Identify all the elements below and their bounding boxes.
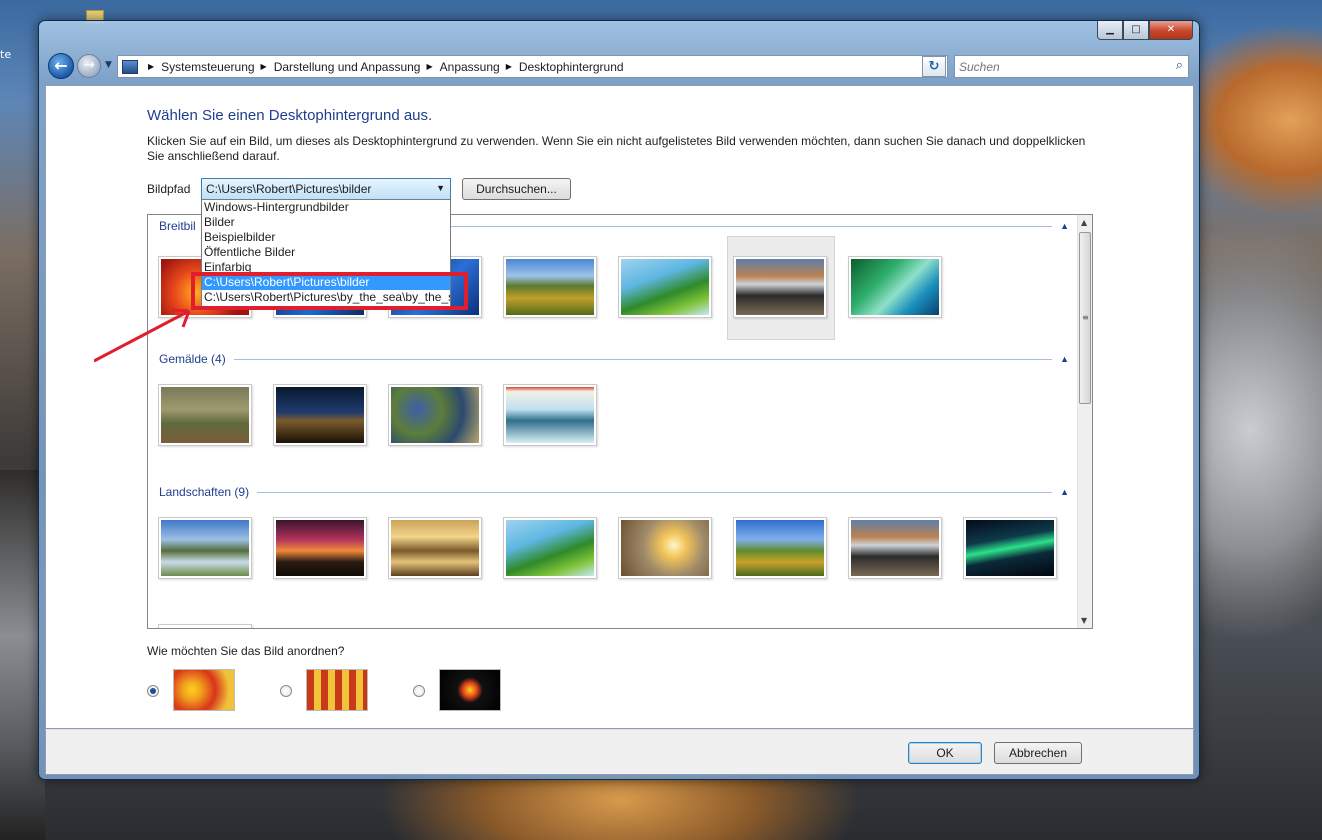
group-header-landschaften[interactable]: Landschaften (9) ▲ bbox=[159, 485, 1069, 499]
breadcrumb-arrow-icon[interactable]: ▶ bbox=[148, 62, 154, 71]
breadcrumb-arrow-icon[interactable]: ▶ bbox=[426, 62, 432, 71]
dropdown-option[interactable]: Windows-Hintergrundbilder bbox=[202, 200, 450, 215]
minimize-button[interactable]: ▁ bbox=[1097, 21, 1123, 40]
wallpaper-thumbnail[interactable] bbox=[963, 517, 1057, 579]
gallery-scrollbar[interactable]: ▲ ≡ ▼ bbox=[1077, 215, 1092, 628]
breadcrumb-item[interactable]: ▶ Anpassung bbox=[420, 60, 499, 74]
collapse-icon[interactable]: ▲ bbox=[1060, 354, 1069, 364]
page-description: Klicken Sie auf ein Bild, um dieses als … bbox=[147, 134, 1086, 163]
refresh-icon[interactable]: ↻ bbox=[922, 56, 946, 77]
search-icon[interactable]: ⌕ bbox=[1176, 58, 1183, 73]
ok-button[interactable]: OK bbox=[908, 742, 982, 764]
annotation-arrow-icon bbox=[94, 308, 191, 363]
breadcrumb-label[interactable]: Systemsteuerung bbox=[161, 60, 254, 74]
collapse-icon[interactable]: ▲ bbox=[1060, 487, 1069, 497]
group-header-gemaelde[interactable]: Gemälde (4) ▲ bbox=[159, 352, 1069, 366]
page-title: Wählen Sie einen Desktophintergrund aus. bbox=[147, 107, 433, 124]
scroll-down-icon[interactable]: ▼ bbox=[1081, 616, 1087, 625]
back-button[interactable]: ← bbox=[48, 53, 74, 79]
wallpaper-thumbnail[interactable] bbox=[848, 517, 942, 579]
wallpaper-thumbnail[interactable] bbox=[388, 517, 482, 579]
breadcrumb-item[interactable]: ▶ Desktophintergrund bbox=[500, 60, 624, 74]
bildpfad-label: Bildpfad bbox=[147, 182, 191, 196]
breadcrumb-item[interactable]: ▶ Systemsteuerung bbox=[142, 60, 255, 74]
close-button[interactable]: ✕ bbox=[1149, 21, 1193, 40]
position-center-preview[interactable] bbox=[439, 669, 501, 711]
caption-buttons: ▁ □ ✕ bbox=[1097, 21, 1193, 40]
dialog-footer: OK Abbrechen bbox=[45, 729, 1194, 775]
content-pane: Wählen Sie einen Desktophintergrund aus.… bbox=[45, 85, 1194, 729]
breadcrumb-label[interactable]: Darstellung und Anpassung bbox=[274, 60, 421, 74]
wallpaper-thumbnail[interactable] bbox=[273, 517, 367, 579]
breadcrumb-label[interactable]: Anpassung bbox=[440, 60, 500, 74]
wallpaper-thumbnail[interactable] bbox=[848, 256, 942, 318]
search-box[interactable]: ⌕ bbox=[954, 55, 1189, 78]
browse-button[interactable]: Durchsuchen... bbox=[462, 178, 571, 200]
forward-button[interactable]: → bbox=[77, 54, 101, 78]
grip-icon: ≡ bbox=[1082, 313, 1089, 322]
scrollbar-thumb[interactable]: ≡ bbox=[1079, 232, 1091, 404]
wallpaper-thumbnail[interactable] bbox=[158, 517, 252, 579]
wallpaper-thumbnail-selected[interactable] bbox=[733, 256, 827, 318]
dropdown-option[interactable]: Öffentliche Bilder bbox=[202, 245, 450, 260]
control-panel-icon bbox=[122, 59, 138, 74]
wallpaper-thumbnail[interactable] bbox=[503, 256, 597, 318]
address-bar[interactable]: ▶ Systemsteuerung ▶ Darstellung und Anpass… bbox=[117, 55, 948, 78]
position-radio-tile[interactable] bbox=[280, 685, 292, 697]
breadcrumb-item[interactable]: ▶ Darstellung und Anpassung bbox=[255, 60, 421, 74]
bildpfad-combobox[interactable]: C:\Users\Robert\Pictures\bilder ▼ bbox=[201, 178, 451, 200]
wallpaper-thumbnail[interactable] bbox=[158, 624, 252, 628]
control-panel-window: ▁ □ ✕ ← → ▼ ▶ Systemsteuerung ▶ Darstellun… bbox=[38, 20, 1200, 780]
wallpaper-thumbnail[interactable] bbox=[503, 517, 597, 579]
wallpaper-thumbnail[interactable] bbox=[503, 384, 597, 446]
wallpaper-thumbnail[interactable] bbox=[618, 256, 712, 318]
breadcrumb-label[interactable]: Desktophintergrund bbox=[519, 60, 624, 74]
group-divider bbox=[257, 491, 1053, 493]
collapse-icon[interactable]: ▲ bbox=[1060, 221, 1069, 231]
breadcrumb-arrow-icon[interactable]: ▶ bbox=[261, 62, 267, 71]
desktop-icon-label[interactable]: te bbox=[0, 48, 11, 61]
breadcrumb-arrow-icon[interactable]: ▶ bbox=[506, 62, 512, 71]
position-radio-center[interactable] bbox=[413, 685, 425, 697]
position-tile-preview[interactable] bbox=[306, 669, 368, 711]
dropdown-option[interactable]: Bilder bbox=[202, 215, 450, 230]
position-fill-preview[interactable] bbox=[173, 669, 235, 711]
recent-pages-icon[interactable]: ▼ bbox=[105, 60, 112, 70]
dropdown-option[interactable]: Beispielbilder bbox=[202, 230, 450, 245]
scroll-up-icon[interactable]: ▲ bbox=[1081, 218, 1087, 227]
wallpaper-thumbnail[interactable] bbox=[388, 384, 482, 446]
search-input[interactable] bbox=[955, 56, 1155, 77]
wallpaper-thumbnail[interactable] bbox=[618, 517, 712, 579]
chevron-down-icon[interactable]: ▼ bbox=[436, 183, 445, 193]
maximize-button[interactable]: □ bbox=[1123, 21, 1149, 40]
group-label: Landschaften (9) bbox=[159, 485, 250, 499]
wallpaper-thumbnail[interactable] bbox=[733, 517, 827, 579]
annotation-highlight-box bbox=[191, 272, 468, 310]
wallpaper-thumbnail[interactable] bbox=[158, 384, 252, 446]
group-label: Breitbil bbox=[159, 219, 196, 233]
cancel-button[interactable]: Abbrechen bbox=[994, 742, 1082, 764]
bildpfad-value: C:\Users\Robert\Pictures\bilder bbox=[206, 182, 372, 196]
wallpaper-thumbnail[interactable] bbox=[273, 384, 367, 446]
position-radio-fill[interactable] bbox=[147, 685, 159, 697]
group-divider bbox=[233, 358, 1053, 360]
arrange-label: Wie möchten Sie das Bild anordnen? bbox=[147, 644, 345, 658]
